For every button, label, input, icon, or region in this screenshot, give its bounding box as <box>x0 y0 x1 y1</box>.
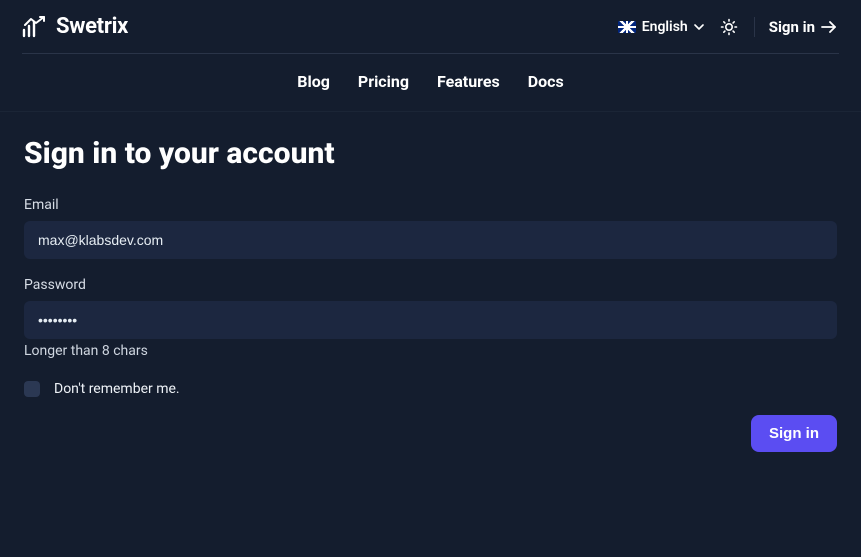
language-selector[interactable]: English <box>618 19 704 35</box>
password-hint: Longer than 8 chars <box>24 343 837 359</box>
nav-item-features[interactable]: Features <box>437 72 500 91</box>
chevron-down-icon <box>694 22 704 32</box>
signin-page: Sign in to your account Email Password L… <box>0 111 861 452</box>
password-label: Password <box>24 277 837 293</box>
email-label: Email <box>24 197 837 213</box>
signin-button[interactable]: Sign in <box>751 415 837 452</box>
brand-logo[interactable]: Swetrix <box>22 14 128 39</box>
remember-label: Don't remember me. <box>54 381 180 397</box>
brand-name: Swetrix <box>56 14 128 39</box>
topbar: Swetrix English <box>0 0 861 53</box>
nav-item-docs[interactable]: Docs <box>528 72 564 91</box>
signin-link-label: Sign in <box>769 18 815 36</box>
arrow-right-icon <box>821 21 837 33</box>
nav-item-blog[interactable]: Blog <box>297 72 330 91</box>
theme-toggle[interactable] <box>718 16 740 38</box>
nav-item-pricing[interactable]: Pricing <box>358 72 409 91</box>
remember-checkbox[interactable] <box>24 381 40 397</box>
sun-icon <box>720 18 738 36</box>
page-title: Sign in to your account <box>24 136 837 171</box>
password-field[interactable] <box>24 301 837 339</box>
language-label: English <box>642 19 688 35</box>
form-actions: Sign in <box>24 415 837 452</box>
divider <box>754 17 755 37</box>
main-nav: Blog Pricing Features Docs <box>0 54 861 111</box>
signin-link[interactable]: Sign in <box>769 18 837 36</box>
remember-row: Don't remember me. <box>24 381 837 397</box>
uk-flag-icon <box>618 21 636 33</box>
email-field[interactable] <box>24 221 837 259</box>
topbar-right: English Sign in <box>618 16 837 38</box>
chart-arrow-icon <box>22 16 48 38</box>
